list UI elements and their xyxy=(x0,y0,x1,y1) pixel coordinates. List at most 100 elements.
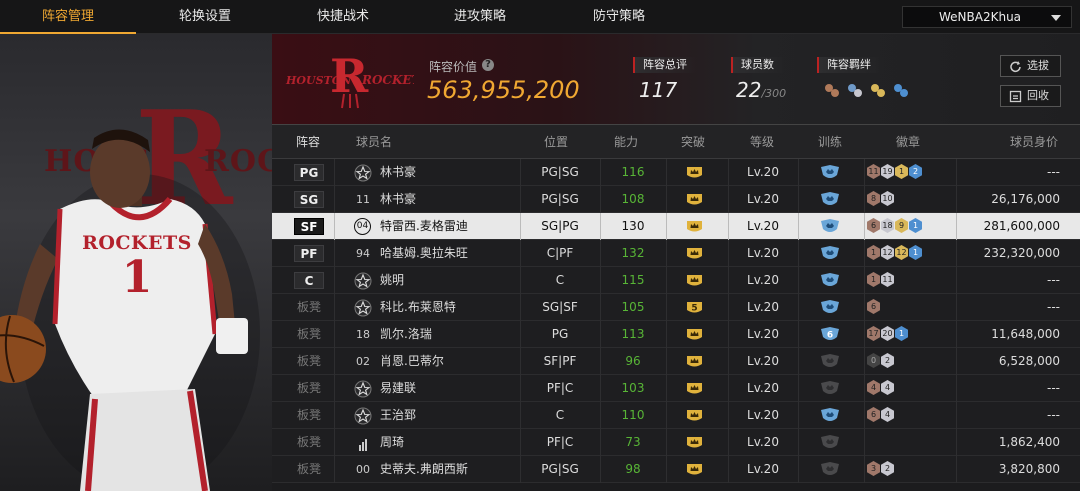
breakthrough-crown-icon[interactable] xyxy=(686,165,703,180)
training-shield-icon[interactable] xyxy=(820,272,840,289)
col-player-worth[interactable]: 球员身价 xyxy=(1010,125,1058,159)
player-name[interactable]: 姚明 xyxy=(380,267,404,294)
player-name[interactable]: 林书豪 xyxy=(380,186,416,213)
training-shield-icon[interactable] xyxy=(820,218,840,235)
table-row[interactable]: SG 11 林书豪 PG|SG 108 Lv.20 8 10 26,176,000 xyxy=(272,186,1080,213)
player-name[interactable]: 史蒂夫.弗朗西斯 xyxy=(380,456,468,483)
training-shield-icon[interactable] xyxy=(820,353,840,370)
col-badges[interactable]: 徽章 xyxy=(896,125,920,159)
help-icon[interactable]: ? xyxy=(482,59,494,71)
player-name[interactable]: 易建联 xyxy=(380,375,416,402)
lineup-slot[interactable]: SG xyxy=(294,191,324,208)
top-nav: 阵容管理 轮换设置 快捷战术 进攻策略 防守策略 WeNBA2Khua xyxy=(0,0,1080,34)
lineup-slot[interactable]: 板凳 xyxy=(294,353,324,370)
lineup-slot[interactable]: SF xyxy=(294,218,324,235)
training-shield-icon[interactable] xyxy=(820,164,840,181)
training-shield-icon[interactable] xyxy=(820,191,840,208)
jersey-number: 1 xyxy=(121,252,153,303)
tab-quick-tactics[interactable]: 快捷战术 xyxy=(275,0,411,34)
badge-group[interactable]: 1 12 12 1 xyxy=(867,245,923,262)
breakthrough-crown-icon[interactable] xyxy=(686,246,703,261)
table-row[interactable]: C 姚明 C 115 Lv.20 1 11 --- xyxy=(272,267,1080,294)
breakthrough-crown-icon[interactable] xyxy=(686,192,703,207)
lineup-slot[interactable]: PG xyxy=(294,164,324,181)
lineup-slot[interactable]: 板凳 xyxy=(294,299,324,316)
table-row[interactable]: 板凳 18 凯尔.洛瑞 PG 113 Lv.20 6 17 20 1 11,648,000 xyxy=(272,321,1080,348)
badge-group[interactable]: 17 20 1 xyxy=(867,326,909,343)
player-name[interactable]: 肖恩.巴蒂尔 xyxy=(380,348,444,375)
recycle-button[interactable]: 回收 xyxy=(1000,85,1061,107)
lineup-slot[interactable]: 板凳 xyxy=(294,461,324,478)
user-dropdown[interactable]: WeNBA2Khua xyxy=(902,6,1072,28)
column-divider xyxy=(798,348,799,375)
table-row[interactable]: 板凳 周琦 PF|C 73 Lv.20 1,862,400 xyxy=(272,429,1080,456)
tab-rotation-settings[interactable]: 轮换设置 xyxy=(137,0,273,34)
badge-group[interactable]: 32 xyxy=(867,461,895,478)
table-row[interactable]: 板凳 易建联 PF|C 103 Lv.20 4 4 --- xyxy=(272,375,1080,402)
badge-group[interactable]: 44 xyxy=(867,380,895,397)
badge-group[interactable]: 6 18 9 1 xyxy=(867,218,923,235)
badge-group[interactable]: 6 xyxy=(867,299,881,316)
table-row[interactable]: PF 94 哈基姆.奥拉朱旺 C|PF 132 Lv.20 1 12 12 1 232,320,00… xyxy=(272,240,1080,267)
bond-icon-gold[interactable] xyxy=(869,82,887,100)
breakthrough-crown-icon[interactable] xyxy=(686,462,703,477)
lineup-slot[interactable]: 板凳 xyxy=(294,434,324,451)
player-name[interactable]: 周琦 xyxy=(380,429,404,456)
breakthrough-crown-icon[interactable] xyxy=(686,327,703,342)
breakthrough-level-icon[interactable]: 5 xyxy=(686,300,703,315)
scout-button[interactable]: 选拔 xyxy=(1000,55,1061,77)
bond-icon-blue[interactable] xyxy=(892,82,910,100)
training-shield-icon[interactable] xyxy=(820,434,840,451)
player-name[interactable]: 特雷西.麦格雷迪 xyxy=(380,213,468,240)
table-row[interactable]: 板凳 00 史蒂夫.弗朗西斯 PG|SG 98 Lv.20 3 2 3,820,800 xyxy=(272,456,1080,483)
training-shield-icon[interactable]: 6 xyxy=(820,326,840,343)
table-row[interactable]: 板凳 科比.布莱恩特 SG|SF 105 5 Lv.20 6 --- xyxy=(272,294,1080,321)
table-row[interactable]: SF 04 特雷西.麦格雷迪 SG|PG 130 Lv.20 6 18 9 1 281,600,00… xyxy=(272,213,1080,240)
player-name[interactable]: 王治郅 xyxy=(380,402,416,429)
lineup-slot[interactable]: C xyxy=(294,272,324,289)
badge-group[interactable]: 11 19 1 2 xyxy=(867,164,923,181)
badge-group[interactable]: 8 10 xyxy=(867,191,895,208)
tab-offense-strategy[interactable]: 进攻策略 xyxy=(412,0,548,34)
training-shield-icon[interactable] xyxy=(820,299,840,316)
tab-defense-strategy[interactable]: 防守策略 xyxy=(551,0,687,34)
col-player-name[interactable]: 球员名 xyxy=(356,125,392,159)
breakthrough-crown-icon[interactable] xyxy=(686,273,703,288)
breakthrough-crown-icon[interactable] xyxy=(686,435,703,450)
col-level[interactable]: 等级 xyxy=(750,125,774,159)
training-shield-icon[interactable] xyxy=(820,245,840,262)
badge-blue: 2 xyxy=(909,164,922,179)
bond-icon-bronze[interactable] xyxy=(823,82,841,100)
breakthrough-crown-icon[interactable] xyxy=(686,219,703,234)
player-name[interactable]: 林书豪 xyxy=(380,159,416,186)
tab-lineup-management[interactable]: 阵容管理 xyxy=(0,0,136,34)
lineup-slot[interactable]: 板凳 xyxy=(294,380,324,397)
player-name[interactable]: 凯尔.洛瑞 xyxy=(380,321,432,348)
training-shield-icon[interactable] xyxy=(820,380,840,397)
table-row[interactable]: 板凳 02 肖恩.巴蒂尔 SF|PF 96 Lv.20 0 2 6,528,000 xyxy=(272,348,1080,375)
lineup-slot[interactable]: PF xyxy=(294,245,324,262)
col-breakthrough[interactable]: 突破 xyxy=(681,125,705,159)
breakthrough-crown-icon[interactable] xyxy=(686,381,703,396)
col-ability[interactable]: 能力 xyxy=(614,125,638,159)
badge-silver: 10 xyxy=(881,191,894,206)
lineup-slot[interactable]: 板凳 xyxy=(294,326,324,343)
breakthrough-crown-icon[interactable] xyxy=(686,354,703,369)
player-position: PF|C xyxy=(546,435,574,449)
column-divider xyxy=(864,213,865,240)
training-shield-icon[interactable] xyxy=(820,461,840,478)
training-shield-icon[interactable] xyxy=(820,407,840,424)
col-lineup[interactable]: 阵容 xyxy=(296,125,320,159)
col-position[interactable]: 位置 xyxy=(544,125,568,159)
table-row[interactable]: PG 林书豪 PG|SG 116 Lv.20 11 19 1 2 --- xyxy=(272,159,1080,186)
bond-icon-silver[interactable] xyxy=(846,82,864,100)
table-row[interactable]: 板凳 王治郅 C 110 Lv.20 6 4 --- xyxy=(272,402,1080,429)
breakthrough-crown-icon[interactable] xyxy=(686,408,703,423)
badge-group[interactable]: 64 xyxy=(867,407,895,424)
badge-group[interactable]: 1 11 xyxy=(867,272,895,289)
player-name[interactable]: 哈基姆.奥拉朱旺 xyxy=(380,240,468,267)
badge-group[interactable]: 02 xyxy=(867,353,895,370)
player-name[interactable]: 科比.布莱恩特 xyxy=(380,294,456,321)
lineup-slot[interactable]: 板凳 xyxy=(294,407,324,424)
col-training[interactable]: 训练 xyxy=(818,125,842,159)
